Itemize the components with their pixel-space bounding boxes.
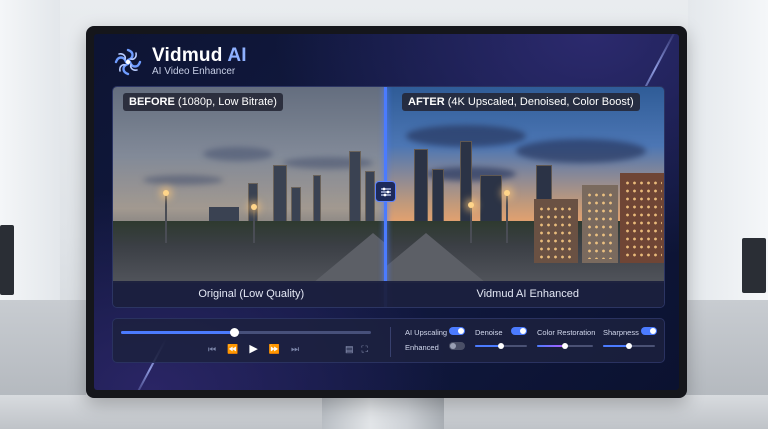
app-screen: Vidmud AI AI Video Enhancer BEFORE (1080… <box>94 34 679 390</box>
before-caption: Original (Low Quality) <box>198 288 305 300</box>
skip-forward-icon[interactable]: ⏭ <box>291 343 299 355</box>
player-controls: ⏮ ⏪ ▶ ⏩ ⏭ ▤ ⛶ AI Upscaling Enhanced Deno… <box>112 318 665 363</box>
sharpness-toggle[interactable] <box>641 327 657 335</box>
rewind-icon[interactable]: ⏪ <box>227 343 238 355</box>
denoise-label: Denoise <box>475 328 503 337</box>
split-handle[interactable] <box>375 181 396 202</box>
sharpness-slider[interactable] <box>603 343 655 349</box>
after-label: AFTER (4K Upscaled, Denoised, Color Boos… <box>402 93 640 111</box>
seek-bar[interactable] <box>121 328 371 337</box>
caption-bar: Original (Low Quality) Vidmud AI Enhance… <box>113 281 664 307</box>
background-monitor-left <box>0 225 14 295</box>
sharpness-label: Sharpness <box>603 328 639 337</box>
play-icon[interactable]: ▶ <box>249 343 257 355</box>
fast-forward-icon[interactable]: ⏩ <box>269 343 280 355</box>
background-monitor-right <box>742 238 766 293</box>
after-video-pane: AFTER (4K Upscaled, Denoised, Color Boos… <box>386 87 664 283</box>
extra-controls: ▤ ⛶ <box>345 344 368 355</box>
ai-upscaling-toggle[interactable] <box>449 327 465 335</box>
comparison-viewer: BEFORE (1080p, Low Bitrate) AFTER (4K Up… <box>112 86 665 308</box>
app-title: Vidmud AI <box>152 45 247 66</box>
after-caption: Vidmud AI Enhanced <box>476 288 580 300</box>
denoise-toggle[interactable] <box>511 327 527 335</box>
skip-back-icon[interactable]: ⏮ <box>208 343 216 355</box>
enhanced-label: Enhanced <box>405 343 439 352</box>
sliders-icon <box>380 187 391 196</box>
ai-upscaling-label: AI Upscaling <box>405 328 448 337</box>
enhanced-toggle[interactable] <box>449 342 465 350</box>
before-video-pane: BEFORE (1080p, Low Bitrate) <box>113 87 386 283</box>
vidmud-logo-icon <box>114 48 142 76</box>
app-brand: Vidmud AI AI Video Enhancer <box>112 46 247 78</box>
before-label: BEFORE (1080p, Low Bitrate) <box>123 93 283 111</box>
seek-progress <box>121 331 234 334</box>
denoise-slider[interactable] <box>475 343 527 349</box>
controls-separator <box>390 327 391 357</box>
monitor: Vidmud AI AI Video Enhancer BEFORE (1080… <box>86 26 687 398</box>
transport-controls: ⏮ ⏪ ▶ ⏩ ⏭ <box>208 343 299 355</box>
color-restoration-slider[interactable] <box>537 343 593 349</box>
monitor-stand <box>322 396 444 429</box>
fullscreen-icon[interactable]: ⛶ <box>362 344 368 355</box>
caption-icon[interactable]: ▤ <box>345 344 354 355</box>
seek-thumb[interactable] <box>229 328 239 337</box>
app-subtitle: AI Video Enhancer <box>152 66 236 77</box>
color-restoration-label: Color Restoration <box>537 328 596 337</box>
